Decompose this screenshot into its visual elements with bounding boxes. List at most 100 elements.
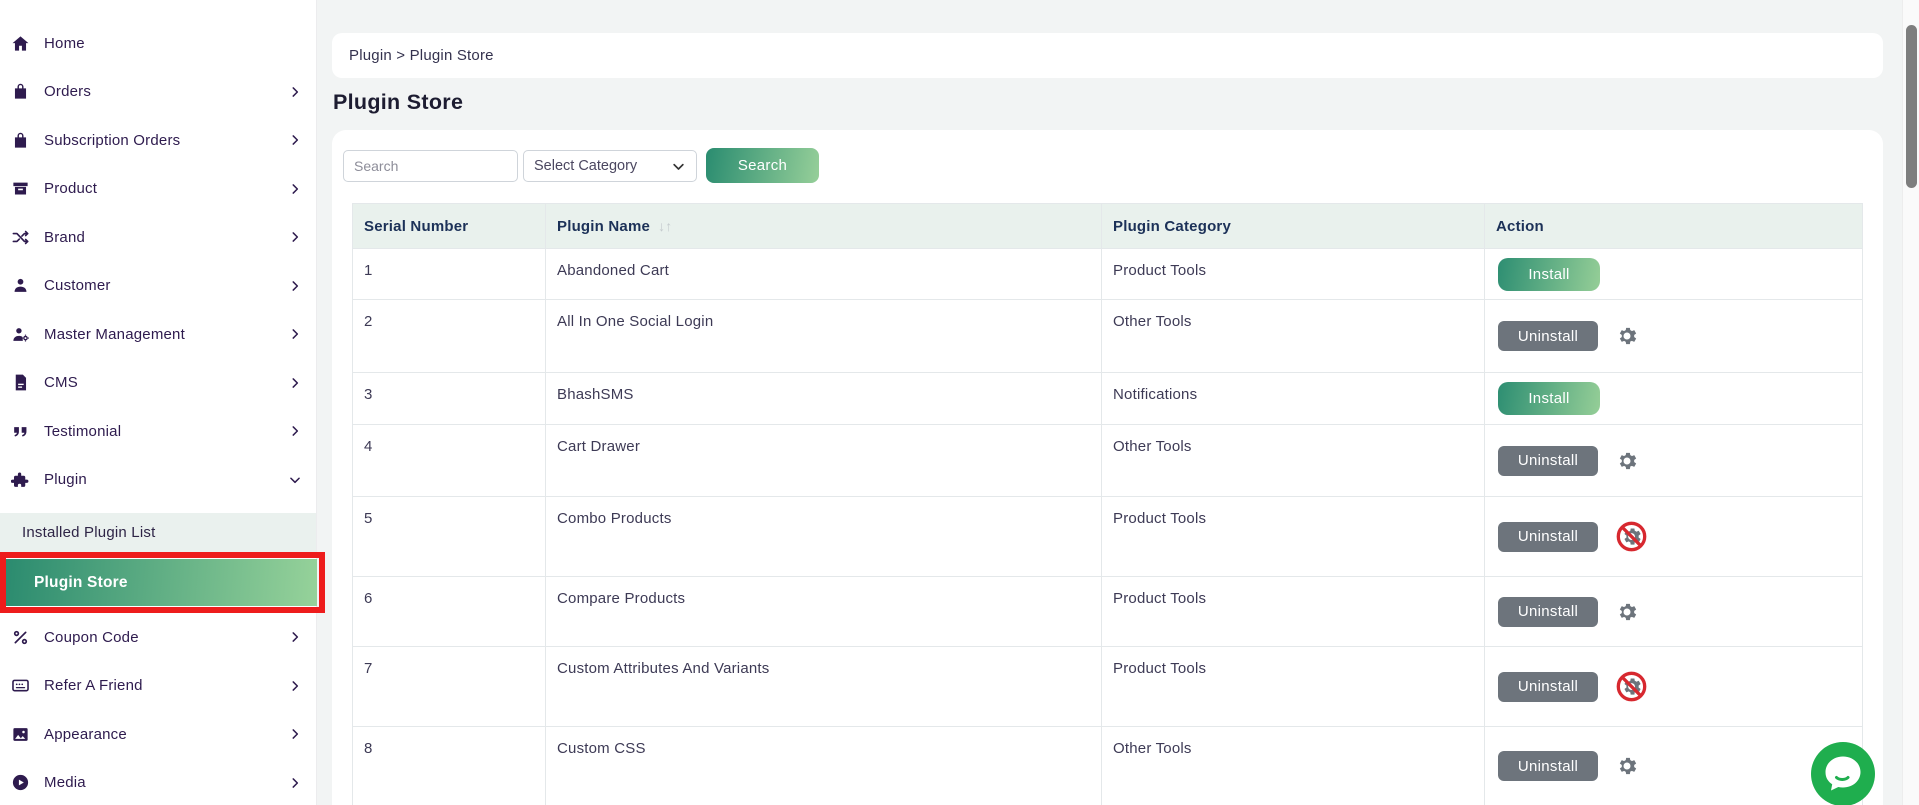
install-button[interactable]: Install: [1498, 258, 1600, 291]
chevron-right-icon: [288, 727, 302, 741]
sidebar-item-cms[interactable]: CMS: [0, 359, 316, 408]
sidebar-item-master-management[interactable]: Master Management: [0, 310, 316, 359]
table-row: 3BhashSMSNotificationsInstall: [353, 373, 1863, 425]
sidebar-item-testimonial[interactable]: Testimonial: [0, 407, 316, 456]
chevron-down-icon: [288, 473, 302, 487]
sidebar-item-installed-plugin-list[interactable]: Installed Plugin List: [0, 513, 316, 552]
chevron-right-icon: [288, 230, 302, 244]
cell-plugin-category: Other Tools: [1102, 727, 1485, 805]
cell-plugin-category: Other Tools: [1102, 425, 1485, 497]
cell-plugin-category: Product Tools: [1102, 249, 1485, 300]
install-button[interactable]: Install: [1498, 382, 1600, 415]
bag-icon: [11, 131, 30, 150]
home-icon: [11, 34, 30, 53]
archive-icon: [11, 179, 30, 198]
cell-plugin-name: Abandoned Cart: [546, 249, 1102, 300]
sidebar-item-refer-a-friend[interactable]: Refer A Friend: [0, 662, 316, 711]
cell-serial-number: 6: [353, 577, 546, 647]
card-icon: [11, 676, 30, 695]
cell-serial-number: 2: [353, 300, 546, 373]
cell-action: Uninstall: [1485, 577, 1863, 647]
cell-serial-number: 3: [353, 373, 546, 425]
sidebar-item-plugin-store[interactable]: Plugin Store: [6, 559, 317, 606]
cell-action: Uninstall: [1485, 497, 1863, 577]
bag-icon: [11, 82, 30, 101]
uninstall-button[interactable]: Uninstall: [1498, 597, 1598, 627]
chevron-right-icon: [288, 776, 302, 790]
uninstall-button[interactable]: Uninstall: [1498, 751, 1598, 781]
cell-serial-number: 1: [353, 249, 546, 300]
chevron-right-icon: [288, 182, 302, 196]
category-select[interactable]: Select Category: [523, 150, 697, 182]
sidebar-item-label: Testimonial: [44, 423, 121, 440]
uninstall-button[interactable]: Uninstall: [1498, 321, 1598, 351]
scrollbar-track[interactable]: [1902, 0, 1919, 805]
category-select-value: Select Category: [534, 158, 637, 174]
quote-icon: [11, 422, 30, 441]
sidebar-item-label: Master Management: [44, 326, 185, 343]
search-input[interactable]: [343, 150, 518, 182]
sidebar-item-label: Orders: [44, 83, 91, 100]
cell-plugin-name: All In One Social Login: [546, 300, 1102, 373]
sidebar-item-home[interactable]: Home: [0, 19, 316, 68]
cell-serial-number: 7: [353, 647, 546, 727]
chat-widget-button[interactable]: [1811, 742, 1875, 805]
uninstall-button[interactable]: Uninstall: [1498, 522, 1598, 552]
action-group: Install: [1498, 258, 1862, 291]
gear-icon[interactable]: [1615, 324, 1639, 348]
cell-serial-number: 5: [353, 497, 546, 577]
action-group: Uninstall: [1498, 446, 1862, 476]
page-title: Plugin Store: [333, 90, 463, 115]
action-group: Uninstall: [1498, 520, 1862, 553]
cell-plugin-category: Product Tools: [1102, 577, 1485, 647]
gear-icon[interactable]: [1615, 449, 1639, 473]
shuffle-icon: [11, 228, 30, 247]
table-header-row: Serial Number Plugin Name↓↑ Plugin Categ…: [353, 204, 1863, 249]
sidebar-active-wrap: Plugin Store: [0, 552, 316, 613]
uninstall-button[interactable]: Uninstall: [1498, 446, 1598, 476]
chevron-right-icon: [288, 630, 302, 644]
uninstall-button[interactable]: Uninstall: [1498, 672, 1598, 702]
main-card: Select Category Search Serial Number Plu…: [332, 130, 1883, 805]
cell-serial-number: 8: [353, 727, 546, 805]
sort-arrows-icon[interactable]: ↓↑: [658, 218, 672, 234]
cell-action: Install: [1485, 249, 1863, 300]
table-row: 1Abandoned CartProduct Tools Install: [353, 249, 1863, 300]
cell-plugin-name: Combo Products: [546, 497, 1102, 577]
cell-action: Uninstall: [1485, 727, 1863, 805]
table-row: 7Custom Attributes And VariantsProduct T…: [353, 647, 1863, 727]
cell-plugin-name: BhashSMS: [546, 373, 1102, 425]
sidebar-top-group: Home Orders Subscription Orders Product Bran…: [0, 19, 316, 504]
sidebar-bottom-group: Coupon Code Refer A FriendAppearanceMedia: [0, 613, 316, 805]
sidebar-item-brand[interactable]: Brand: [0, 213, 316, 262]
image-icon: [11, 725, 30, 744]
col-action: Action: [1485, 204, 1863, 249]
action-group: Uninstall: [1498, 597, 1862, 627]
chevron-right-icon: [288, 679, 302, 693]
cell-plugin-name: Cart Drawer: [546, 425, 1102, 497]
sidebar-item-orders[interactable]: Orders: [0, 68, 316, 117]
sidebar-item-coupon-code[interactable]: Coupon Code: [0, 613, 316, 662]
chevron-right-icon: [288, 424, 302, 438]
sidebar-item-subscription-orders[interactable]: Subscription Orders: [0, 116, 316, 165]
chevron-right-icon: [288, 133, 302, 147]
sidebar-item-plugin[interactable]: Plugin: [0, 456, 316, 505]
gear-disabled-icon[interactable]: [1615, 520, 1648, 553]
scrollbar-thumb[interactable]: [1906, 25, 1917, 188]
search-button[interactable]: Search: [706, 148, 819, 183]
gear-icon[interactable]: [1615, 600, 1639, 624]
chevron-right-icon: [288, 279, 302, 293]
sidebar-item-appearance[interactable]: Appearance: [0, 710, 316, 759]
sidebar-item-customer[interactable]: Customer: [0, 262, 316, 311]
gear-disabled-icon[interactable]: [1615, 670, 1648, 703]
file-icon: [11, 373, 30, 392]
action-group: Install: [1498, 382, 1862, 415]
gear-icon[interactable]: [1615, 754, 1639, 778]
sidebar-item-label: Coupon Code: [44, 629, 139, 646]
sidebar-item-media[interactable]: Media: [0, 759, 316, 805]
table-row: 6Compare ProductsProduct ToolsUninstall: [353, 577, 1863, 647]
sidebar-item-label: Product: [44, 180, 97, 197]
col-plugin-name[interactable]: Plugin Name↓↑: [546, 204, 1102, 249]
sidebar-item-product[interactable]: Product: [0, 165, 316, 214]
percent-icon: [11, 628, 30, 647]
